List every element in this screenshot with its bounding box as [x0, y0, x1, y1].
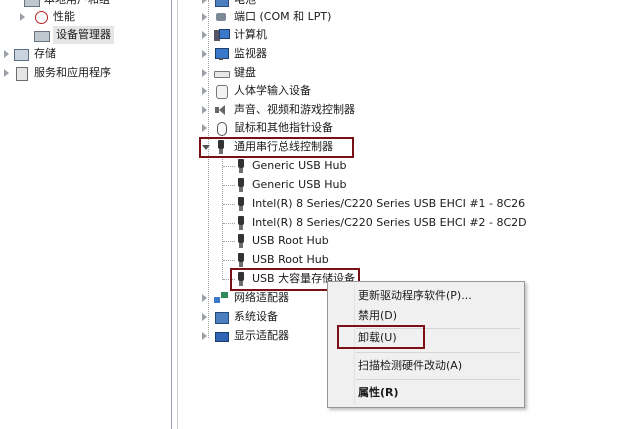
- menu-item-label: 禁用(D): [358, 309, 398, 322]
- sound-icon: [214, 103, 228, 117]
- keyboard-icon: [214, 66, 230, 80]
- tree-item-label: Intel(R) 8 Series/C220 Series USB EHCI #…: [252, 216, 527, 229]
- uninstall-highlight: [337, 325, 425, 349]
- usb-icon: [236, 197, 246, 211]
- expand-arrow-icon[interactable]: [202, 13, 207, 21]
- hid-icon: [214, 84, 228, 99]
- tree-item-label: USB Root Hub: [252, 253, 329, 266]
- menu-item-scan-hardware[interactable]: 扫描检测硬件改动(A): [328, 356, 522, 376]
- tree-item-label: 声音、视频和游戏控制器: [234, 103, 355, 116]
- expand-arrow-icon[interactable]: [202, 69, 207, 77]
- menu-separator: [356, 352, 520, 353]
- port-icon: [214, 10, 228, 24]
- tree-item-label: 网络适配器: [234, 291, 289, 304]
- menu-separator: [356, 379, 520, 380]
- tree-item-label: USB Root Hub: [252, 234, 329, 247]
- expand-arrow-icon[interactable]: [4, 69, 9, 77]
- usb-icon: [236, 159, 246, 173]
- usb-icon: [236, 216, 246, 230]
- expand-arrow-icon[interactable]: [202, 0, 207, 4]
- menu-item-update-driver[interactable]: 更新驱动程序软件(P)...: [328, 286, 522, 306]
- menu-item-label: 属性(R): [358, 386, 399, 399]
- storage-icon: [14, 47, 29, 61]
- expand-arrow-icon[interactable]: [20, 13, 25, 21]
- tree-item-label: 系统设备: [234, 310, 278, 323]
- users-icon: [24, 0, 40, 7]
- usb-controllers-highlight: [199, 137, 354, 158]
- expand-arrow-icon[interactable]: [202, 31, 207, 39]
- expand-arrow-icon[interactable]: [202, 106, 207, 114]
- tree-item-label: 人体学输入设备: [234, 84, 311, 97]
- pane-divider[interactable]: [171, 0, 172, 429]
- tree-item-label: 显示适配器: [234, 329, 289, 342]
- tree-item-label: 监视器: [234, 47, 267, 60]
- tree-item-label: 设备管理器: [53, 26, 114, 44]
- system-icon: [214, 310, 229, 324]
- tree-item-label: Generic USB Hub: [252, 159, 347, 172]
- menu-item-label: 更新驱动程序软件(P)...: [358, 289, 472, 302]
- expand-arrow-icon[interactable]: [202, 294, 207, 302]
- menu-item-properties[interactable]: 属性(R): [328, 383, 522, 403]
- expand-arrow-icon[interactable]: [202, 124, 207, 132]
- expand-arrow-icon[interactable]: [202, 87, 207, 95]
- tree-item-label: 服务和应用程序: [34, 66, 111, 79]
- expand-arrow-icon[interactable]: [202, 332, 207, 340]
- services-icon: [14, 66, 28, 81]
- performance-icon: [34, 10, 48, 24]
- tree-item-label: 端口 (COM 和 LPT): [234, 10, 332, 23]
- menu-item-disable[interactable]: 禁用(D): [328, 306, 522, 326]
- tree-item-label: 性能: [53, 10, 75, 23]
- menu-item-label: 扫描检测硬件改动(A): [358, 359, 463, 372]
- tree-item-label: 鼠标和其他指针设备: [234, 121, 333, 134]
- expand-arrow-icon[interactable]: [202, 50, 207, 58]
- mouse-icon: [214, 121, 228, 136]
- expand-arrow-icon[interactable]: [202, 313, 207, 321]
- tree-item-label: 键盘: [234, 66, 256, 79]
- network-icon: [214, 291, 228, 305]
- battery-icon: [214, 0, 229, 7]
- device-manager-icon: [34, 28, 50, 42]
- display-icon: [214, 329, 229, 343]
- usb-icon: [236, 234, 246, 248]
- expand-arrow-icon[interactable]: [4, 50, 9, 58]
- pane-border: [177, 0, 178, 429]
- tree-item-label: 计算机: [234, 28, 267, 41]
- computer-icon: [214, 28, 230, 42]
- left-navigation-pane: 本地用户和组 性能 设备管理器 存储 服务和应用程序: [0, 0, 171, 429]
- tree-item-label: Generic USB Hub: [252, 178, 347, 191]
- usb-icon: [236, 253, 246, 267]
- monitor-icon: [214, 47, 229, 61]
- tree-item-label: Intel(R) 8 Series/C220 Series USB EHCI #…: [252, 197, 526, 210]
- tree-item-label: 存储: [34, 47, 56, 60]
- usb-icon: [236, 178, 246, 192]
